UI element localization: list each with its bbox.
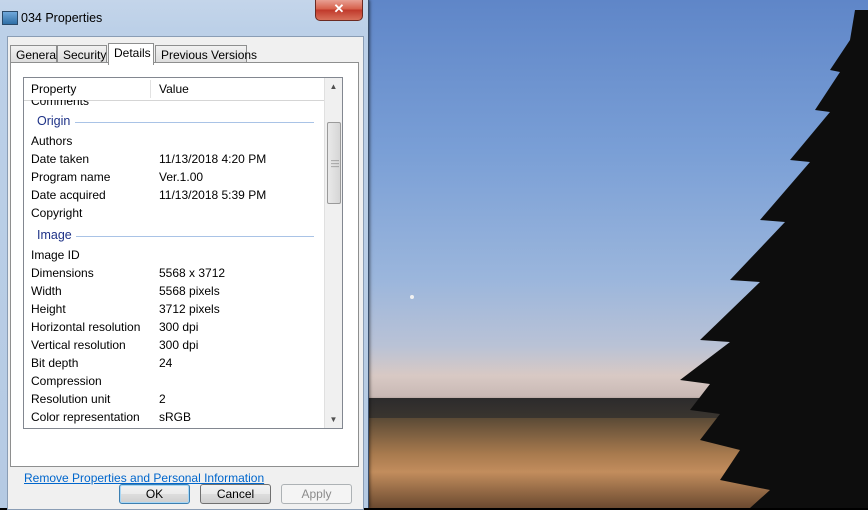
property-name: Horizontal resolution [31,320,141,334]
column-header-value[interactable]: Value [159,82,189,96]
list-item[interactable]: Program name Ver.1.00 [24,168,324,186]
property-name: Bit depth [31,356,79,370]
scroll-up-arrow-icon[interactable]: ▲ [325,78,342,95]
window-title: 034 Properties [21,11,103,25]
group-label: Origin [37,114,71,128]
property-name: Comments [31,100,90,108]
property-value: 2 [159,392,166,406]
column-separator[interactable] [150,80,151,98]
column-header-property[interactable]: Property [31,82,76,96]
list-item[interactable]: Vertical resolution 300 dpi [24,336,324,354]
property-name: Height [31,302,66,316]
properties-window: 034 Properties ✕ General Security Detail… [0,0,369,510]
list-item[interactable]: Image ID [24,246,324,264]
property-name: Dimensions [31,266,94,280]
list-item[interactable]: Color representation sRGB [24,408,324,426]
property-name: Date acquired [31,188,106,202]
property-name: Copyright [31,206,83,220]
list-item[interactable]: Copyright [24,204,324,222]
property-value: 300 dpi [159,320,199,334]
property-value: 5568 pixels [159,284,220,298]
background-pine-tree [680,10,868,508]
list-item[interactable]: Date acquired 11/13/2018 5:39 PM [24,186,324,204]
property-value: Ver.1.00 [159,170,204,184]
cancel-button[interactable]: Cancel [200,484,271,504]
image-file-icon [2,11,18,25]
listview-body: Comments Origin Authors Date taken 11/13… [24,100,324,428]
tab-previous-versions[interactable]: Previous Versions [155,45,257,63]
property-value: 11/13/2018 4:20 PM [159,152,267,166]
property-name: Width [31,284,62,298]
property-name: Date taken [31,152,90,166]
property-name: Color representation [31,410,140,424]
property-name: Resolution unit [31,392,111,406]
tab-details[interactable]: Details [108,43,154,65]
property-value: 11/13/2018 5:39 PM [159,188,267,202]
close-button[interactable]: ✕ [315,0,363,21]
list-item[interactable]: Compression [24,372,324,390]
property-value: 3712 pixels [159,302,220,316]
tab-security[interactable]: Security [57,45,107,63]
group-divider [76,236,314,237]
list-item[interactable]: Height 3712 pixels [24,300,324,318]
list-item[interactable]: Authors [24,132,324,150]
scrollbar-thumb[interactable]: — — — [327,122,341,204]
property-value: 5568 x 3712 [159,266,226,280]
property-value: sRGB [159,410,192,424]
property-name: Compression [31,374,102,388]
list-item[interactable]: Dimensions 5568 x 3712 [24,264,324,282]
group-header-image[interactable]: Image [24,226,324,246]
property-name: Authors [31,134,73,148]
group-label: Image [37,228,72,242]
tab-general[interactable]: General [10,45,59,63]
remove-properties-link[interactable]: Remove Properties and Personal Informati… [24,471,264,485]
title-bar[interactable]: 034 Properties ✕ [0,0,368,36]
list-item[interactable]: Width 5568 pixels [24,282,324,300]
grip-icon: — — — [331,156,339,171]
group-header-origin[interactable]: Origin [24,112,324,132]
vertical-scrollbar[interactable]: ▲ — — — ▼ [324,78,342,428]
listview-header: Property Value [24,78,324,101]
property-value: 24 [159,356,173,370]
list-item[interactable]: Horizontal resolution 300 dpi [24,318,324,336]
property-name: Vertical resolution [31,338,126,352]
list-item[interactable]: Comments [24,100,324,110]
list-item[interactable]: Date taken 11/13/2018 4:20 PM [24,150,324,168]
list-item[interactable]: Resolution unit 2 [24,390,324,408]
group-divider [75,122,314,123]
property-name: Program name [31,170,111,184]
dialog-client-area: General Security Details Previous Versio… [7,36,364,510]
list-item[interactable]: Bit depth 24 [24,354,324,372]
scroll-down-arrow-icon[interactable]: ▼ [325,411,342,428]
details-tab-panel: Property Value Comments Origin Authors D… [10,62,359,485]
ok-button[interactable]: OK [119,484,190,504]
properties-listview[interactable]: Property Value Comments Origin Authors D… [23,77,343,429]
apply-button[interactable]: Apply [281,484,352,504]
background-moon [410,295,414,299]
property-name: Image ID [31,248,80,262]
property-value: 300 dpi [159,338,199,352]
